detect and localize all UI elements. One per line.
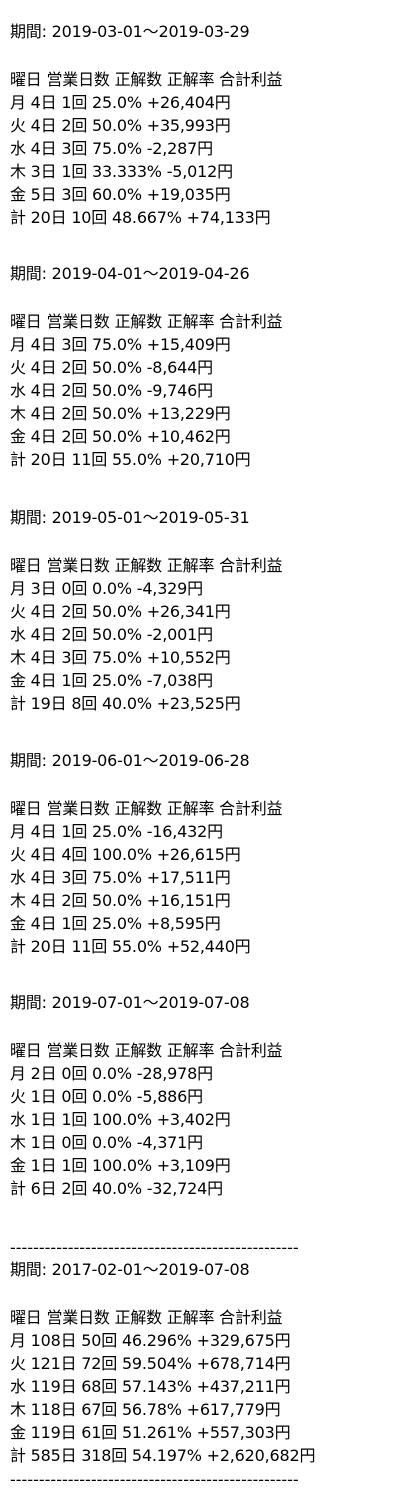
row-thu: 木 1日 0回 0.0% -4,371円 (10, 1133, 203, 1152)
row-wed: 水 4日 3回 75.0% +17,511円 (10, 868, 231, 887)
period-header: 期間: 2019-07-01～2019-07-08 (10, 993, 250, 1012)
row-fri: 金 4日 2回 50.0% +10,462円 (10, 427, 231, 446)
row-total: 計 20日 11回 55.0% +52,440円 (10, 937, 251, 956)
row-thu: 木 3日 1回 33.333% -5,012円 (10, 162, 233, 181)
table-header: 曜日 営業日数 正解数 正解率 合計利益 (10, 556, 283, 575)
row-total: 計 6日 2回 40.0% -32,724円 (10, 1179, 223, 1198)
table-header: 曜日 営業日数 正解数 正解率 合計利益 (10, 1041, 283, 1060)
row-wed: 水 4日 3回 75.0% -2,287円 (10, 139, 213, 158)
separator-line: ----------------------------------------… (10, 1238, 299, 1257)
row-tue: 火 121日 72回 59.504% +678,714円 (10, 1354, 291, 1373)
row-mon: 月 108日 50回 46.296% +329,675円 (10, 1331, 291, 1350)
separator-line: ----------------------------------------… (10, 1470, 299, 1489)
row-wed: 水 4日 2回 50.0% -2,001円 (10, 625, 213, 644)
row-mon: 月 4日 3回 75.0% +15,409円 (10, 335, 231, 354)
row-fri: 金 1日 1回 100.0% +3,109円 (10, 1156, 231, 1175)
period-header: 期間: 2019-04-01～2019-04-26 (10, 264, 250, 283)
row-tue: 火 4日 2回 50.0% +26,341円 (10, 602, 231, 621)
row-tue: 火 1日 0回 0.0% -5,886円 (10, 1087, 203, 1106)
period-header: 期間: 2019-05-01～2019-05-31 (10, 508, 250, 527)
row-mon: 月 4日 1回 25.0% +26,404円 (10, 93, 231, 112)
row-wed: 水 4日 2回 50.0% -9,746円 (10, 381, 213, 400)
row-tue: 火 4日 2回 50.0% +35,993円 (10, 116, 231, 135)
table-header: 曜日 営業日数 正解数 正解率 合計利益 (10, 799, 283, 818)
period-header: 期間: 2019-06-01～2019-06-28 (10, 751, 250, 770)
row-wed: 水 119日 68回 57.143% +437,211円 (10, 1377, 291, 1396)
results-document: 期間: 2019-03-01～2019-03-29 曜日 営業日数 正解数 正解… (0, 0, 400, 1496)
row-mon: 月 3日 0回 0.0% -4,329円 (10, 579, 203, 598)
period-header: 期間: 2019-03-01～2019-03-29 (10, 22, 250, 41)
row-fri: 金 5日 3回 60.0% +19,035円 (10, 185, 231, 204)
row-wed: 水 1日 1回 100.0% +3,402円 (10, 1110, 231, 1129)
row-fri: 金 4日 1回 25.0% -7,038円 (10, 671, 213, 690)
row-thu: 木 4日 2回 50.0% +13,229円 (10, 404, 231, 423)
table-header: 曜日 営業日数 正解数 正解率 合計利益 (10, 1308, 283, 1327)
row-mon: 月 2日 0回 0.0% -28,978円 (10, 1064, 213, 1083)
row-tue: 火 4日 4回 100.0% +26,615円 (10, 845, 241, 864)
row-fri: 金 119日 61回 51.261% +557,303円 (10, 1423, 291, 1442)
row-total: 計 585日 318回 54.197% +2,620,682円 (10, 1446, 316, 1465)
row-total: 計 20日 11回 55.0% +20,710円 (10, 450, 251, 469)
row-thu: 木 4日 3回 75.0% +10,552円 (10, 648, 231, 667)
row-total: 計 19日 8回 40.0% +23,525円 (10, 694, 241, 713)
table-header: 曜日 営業日数 正解数 正解率 合計利益 (10, 70, 283, 89)
table-header: 曜日 営業日数 正解数 正解率 合計利益 (10, 312, 283, 331)
period-header: 期間: 2017-02-01～2019-07-08 (10, 1260, 250, 1279)
row-total: 計 20日 10回 48.667% +74,133円 (10, 208, 271, 227)
row-thu: 木 118日 67回 56.78% +617,779円 (10, 1400, 281, 1419)
row-thu: 木 4日 2回 50.0% +16,151円 (10, 891, 231, 910)
row-fri: 金 4日 1回 25.0% +8,595円 (10, 914, 221, 933)
row-tue: 火 4日 2回 50.0% -8,644円 (10, 358, 213, 377)
row-mon: 月 4日 1回 25.0% -16,432円 (10, 822, 223, 841)
